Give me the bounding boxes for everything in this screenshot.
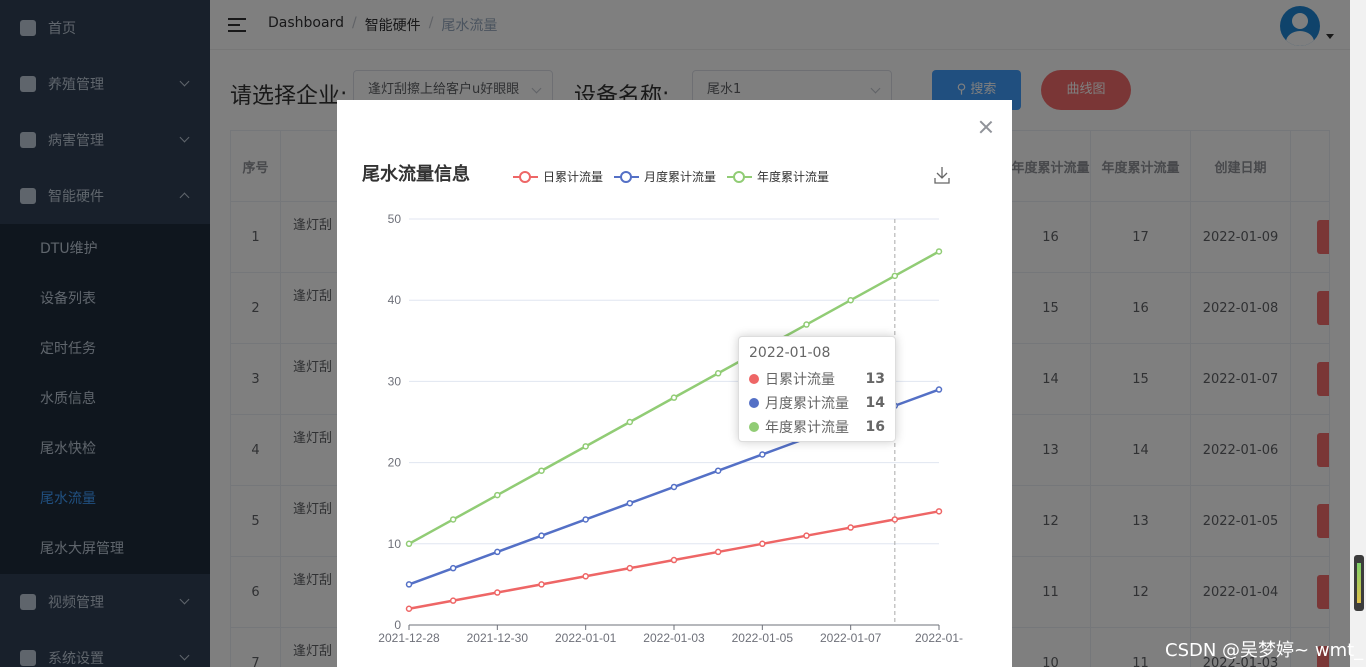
tooltip-row: 日累计流量 13 [749, 367, 885, 391]
data-point [582, 573, 589, 580]
line-chart: 0 10 20 30 40 50 2021-12-28 2021-12-30 2022-01-0… [378, 212, 963, 645]
series-dot-icon [749, 398, 759, 408]
data-point [538, 467, 545, 474]
data-point [626, 418, 634, 426]
data-point [847, 296, 854, 304]
data-point [538, 581, 545, 588]
tooltip-series-value: 16 [865, 419, 885, 435]
legend-item-monthly[interactable]: 月度累计流量 [614, 168, 716, 185]
data-point [935, 508, 943, 515]
data-point [803, 532, 810, 539]
y-tick-label: 50 [388, 212, 402, 226]
tooltip-series-name: 年度累计流量 [765, 420, 849, 436]
y-tick-label: 10 [388, 537, 402, 551]
legend-marker [727, 170, 752, 184]
x-tick-label: 2022-01- [915, 631, 963, 645]
data-point [759, 540, 766, 548]
x-tick-label: 2021-12-30 [467, 631, 529, 645]
tooltip-row: 年度累计流量 16 [749, 415, 885, 439]
download-icon[interactable] [934, 166, 950, 184]
legend-label: 年度累计流量 [757, 170, 830, 184]
y-tick-label: 40 [388, 293, 402, 307]
data-point [582, 516, 589, 523]
data-point [803, 321, 810, 328]
x-tick-label: 2021-12-28 [378, 631, 440, 645]
data-point [405, 605, 413, 613]
legend-item-yearly[interactable]: 年度累计流量 [727, 168, 829, 185]
data-point [449, 564, 457, 572]
y-tick-label: 30 [388, 374, 402, 388]
legend-label: 月度累计流量 [644, 170, 717, 184]
tooltip-series-value: 14 [865, 395, 885, 411]
y-tick-label: 20 [388, 456, 402, 470]
x-tick-label: 2022-01-05 [732, 631, 794, 645]
data-point [449, 516, 457, 523]
scrollbar-thumb[interactable] [1354, 555, 1364, 611]
data-point [935, 386, 943, 393]
legend-marker [614, 170, 639, 184]
watermark: CSDN @吴梦婷~ wmt_ [1165, 640, 1364, 661]
data-point [714, 467, 722, 474]
data-point [626, 564, 634, 572]
data-point [405, 540, 413, 548]
tooltip-series-value: 13 [865, 371, 885, 387]
data-point [714, 370, 722, 377]
legend-marker [513, 170, 538, 184]
legend-item-daily[interactable]: 日累计流量 [513, 168, 603, 185]
data-point [935, 248, 943, 255]
data-point [405, 581, 413, 588]
data-point [626, 499, 634, 507]
data-point [891, 516, 899, 523]
data-point [670, 483, 678, 491]
tooltip-series-name: 日累计流量 [765, 372, 835, 388]
x-tick-label: 2022-01-07 [820, 631, 882, 645]
data-point [891, 272, 899, 280]
tooltip-title: 2022-01-08 [749, 345, 831, 361]
chart-title: 尾水流量信息 [362, 164, 470, 185]
x-tick-label: 2022-01-03 [643, 631, 705, 645]
data-point [494, 589, 501, 596]
data-point [494, 491, 501, 499]
data-point [714, 548, 722, 556]
tooltip-series-name: 月度累计流量 [765, 396, 849, 412]
data-point [759, 451, 766, 458]
data-point [670, 556, 678, 564]
data-point [847, 524, 854, 531]
y-tick-label: 0 [394, 618, 401, 632]
data-point [494, 548, 501, 556]
data-point [538, 532, 545, 539]
close-icon[interactable] [979, 120, 993, 134]
tooltip-row: 月度累计流量 14 [749, 391, 885, 415]
x-tick-label: 2022-01-01 [555, 631, 617, 645]
series-dot-icon [749, 374, 759, 384]
series-dot-icon [749, 422, 759, 432]
legend-label: 日累计流量 [543, 170, 604, 184]
data-point [670, 394, 678, 401]
data-point [449, 597, 457, 604]
chart-tooltip: 2022-01-08 日累计流量 13 月度累计流量 14 年度累计流量 16 [738, 336, 896, 442]
data-point [582, 443, 589, 450]
